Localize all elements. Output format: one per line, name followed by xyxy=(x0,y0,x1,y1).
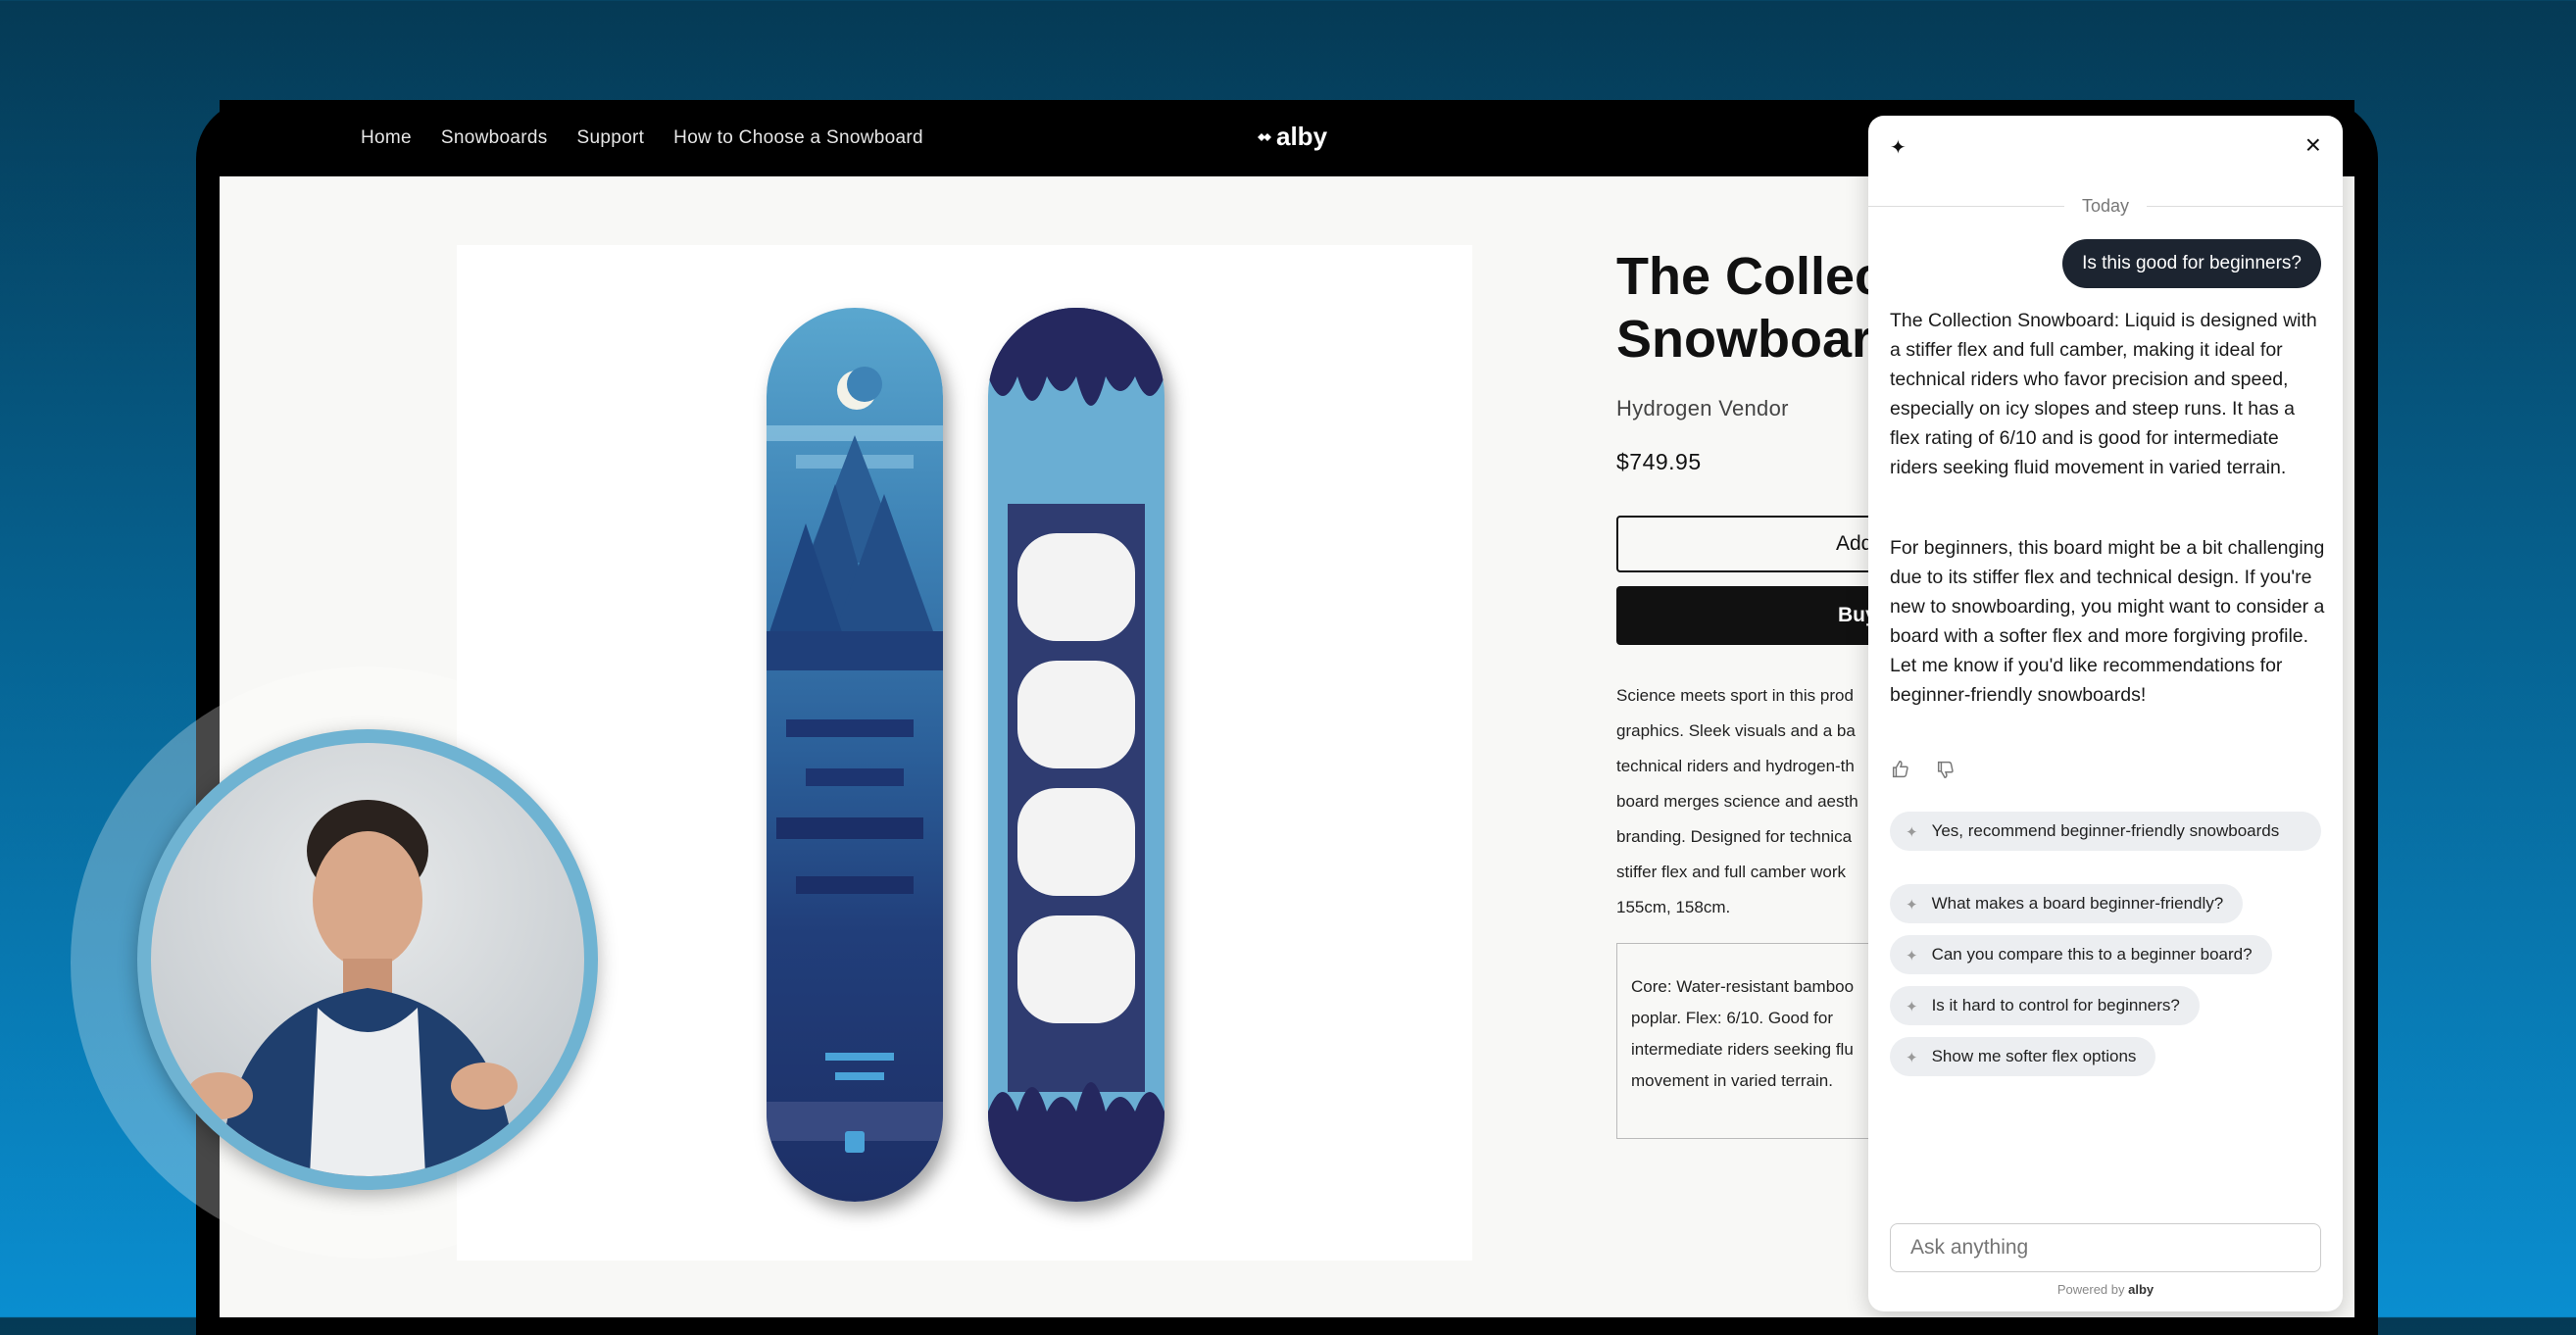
spec-line: poplar. Flex: 6/10. Good for xyxy=(1631,1009,1834,1027)
product-vendor: Hydrogen Vendor xyxy=(1616,396,1789,420)
sparkle-icon: ✦ xyxy=(1906,897,1918,914)
description-line: stiffer flex and full camber work xyxy=(1616,863,1846,881)
description-line: 155cm, 158cm. xyxy=(1616,898,1731,916)
product-price: $749.95 xyxy=(1616,449,1702,474)
nav-how-to-choose[interactable]: How to Choose a Snowboard xyxy=(673,127,923,149)
powered-by: Powered by alby xyxy=(1868,1282,2343,1297)
user-message: Is this good for beginners? xyxy=(2062,239,2321,288)
close-icon[interactable]: × xyxy=(2305,129,2321,161)
logo-mark-icon xyxy=(1258,132,1271,141)
chat-widget: ✦ × Today Is this good for beginners? Th… xyxy=(1868,116,2343,1311)
day-label: Today xyxy=(2081,196,2130,216)
product-description: Science meets sport in this prod graphic… xyxy=(1616,678,1891,925)
suggestion-label: Yes, recommend beginner-friendly snowboa… xyxy=(1931,821,2280,840)
description-line: technical riders and hydrogen-th xyxy=(1616,757,1855,775)
spec-line: Core: Water-resistant bamboo xyxy=(1631,977,1855,996)
suggestion-label: Can you compare this to a beginner board… xyxy=(1931,945,2253,964)
suggestion-chip[interactable]: ✦ Show me softer flex options xyxy=(1890,1037,2156,1076)
description-line: Science meets sport in this prod xyxy=(1616,686,1854,705)
chat-input[interactable] xyxy=(1890,1223,2321,1272)
sparkle-icon: ✦ xyxy=(1906,948,1918,964)
suggestion-label: Show me softer flex options xyxy=(1931,1047,2137,1065)
suggestion-chip[interactable]: ✦ What makes a board beginner-friendly? xyxy=(1890,884,2244,923)
suggestion-chip[interactable]: ✦ Yes, recommend beginner-friendly snowb… xyxy=(1890,812,2321,851)
feedback-row xyxy=(1890,759,1957,780)
bot-message-paragraph: For beginners, this board might be a bit… xyxy=(1890,537,2325,706)
description-line: branding. Designed for technica xyxy=(1616,827,1853,846)
sparkle-icon: ✦ xyxy=(1906,999,1918,1015)
snowboard-base-graphic xyxy=(988,308,1164,1202)
description-line: graphics. Sleek visuals and a ba xyxy=(1616,721,1856,740)
nav-support[interactable]: Support xyxy=(577,127,645,149)
powered-by-brand: alby xyxy=(2128,1282,2155,1297)
suggestion-label: What makes a board beginner-friendly? xyxy=(1931,894,2224,913)
presenter-video-avatar[interactable] xyxy=(151,743,584,1176)
sparkle-icon: ✦ xyxy=(1890,137,1907,159)
nav-snowboards[interactable]: Snowboards xyxy=(441,127,548,149)
description-line: board merges science and aesth xyxy=(1616,792,1858,811)
bot-message-paragraph: The Collection Snowboard: Liquid is desi… xyxy=(1890,310,2317,478)
thumbs-down-icon[interactable] xyxy=(1935,759,1957,780)
logo-text: alby xyxy=(1276,122,1328,151)
nav-home[interactable]: Home xyxy=(361,127,412,149)
sparkle-icon: ✦ xyxy=(1906,824,1918,841)
chat-header: ✦ × xyxy=(1868,116,2343,174)
main-nav: Home Snowboards Support How to Choose a … xyxy=(361,100,923,176)
suggestion-chip[interactable]: ✦ Can you compare this to a beginner boa… xyxy=(1890,935,2272,974)
thumbs-up-icon[interactable] xyxy=(1890,759,1911,780)
snowboard-top-graphic xyxy=(767,308,943,1202)
spec-line: intermediate riders seeking flu xyxy=(1631,1040,1854,1059)
suggestion-chip[interactable]: ✦ Is it hard to control for beginners? xyxy=(1890,986,2200,1025)
spec-line: movement in varied terrain. xyxy=(1631,1071,1833,1090)
store-logo[interactable]: alby xyxy=(1257,122,1327,152)
suggestion-label: Is it hard to control for beginners? xyxy=(1931,996,2180,1014)
powered-by-label: Powered by xyxy=(2056,1282,2125,1297)
sparkle-icon: ✦ xyxy=(1906,1050,1918,1066)
